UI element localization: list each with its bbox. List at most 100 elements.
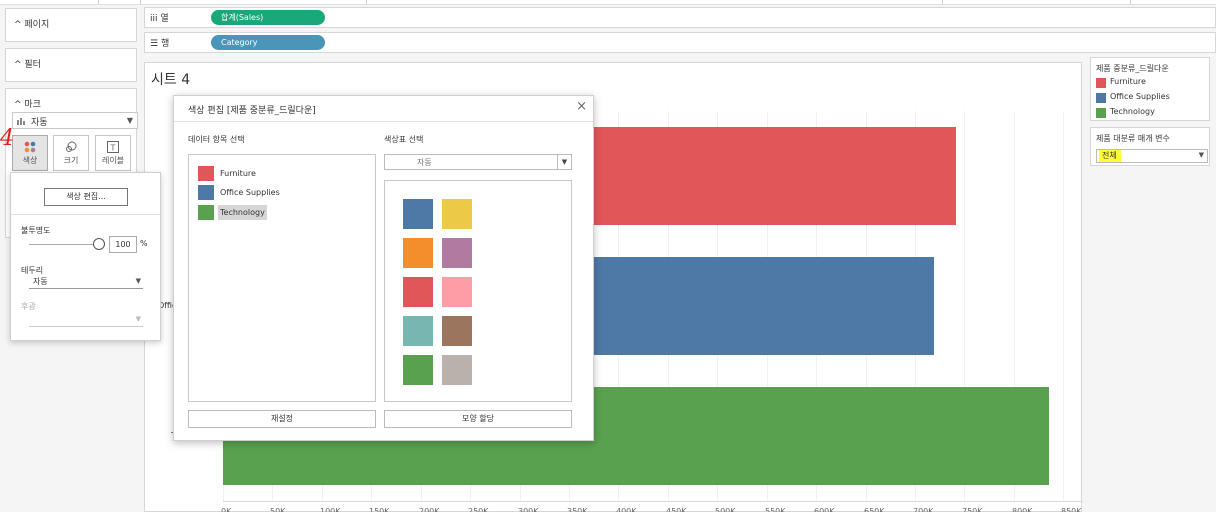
rows-icon: ☰ [150, 39, 159, 49]
edit-colors-dialog: 색상 편집 [제품 중분류_드릴다운] × 데이터 항목 선택 색상표 선택 F… [173, 95, 594, 441]
chevron-down-icon: ▼ [135, 277, 141, 285]
x-axis-tick-label: 500K [715, 507, 736, 512]
color-button[interactable]: 색상 [12, 135, 48, 171]
palette-select[interactable]: 자동 ▼ [384, 154, 572, 170]
data-item-swatch [198, 185, 214, 200]
gridline [1063, 111, 1064, 501]
opacity-slider-handle[interactable] [93, 238, 105, 250]
parameter-title: 제품 대분류 매개 변수 [1096, 134, 1170, 143]
size-button[interactable]: 크기 [53, 135, 89, 171]
chevron-down-icon: ▼ [135, 315, 141, 323]
data-items-header: 데이터 항목 선택 [188, 135, 245, 144]
columns-pill[interactable]: 합계(Sales) [211, 10, 325, 25]
x-axis-tick-label: 350K [567, 507, 588, 512]
sheet-title: 시트 4 [151, 72, 191, 88]
data-items-list: Furniture Office Supplies Technology [188, 154, 376, 402]
x-axis-tick-label: 50K [270, 507, 286, 512]
columns-shelf-label: iii 열 [150, 11, 169, 24]
legend-swatch [1096, 78, 1106, 88]
rows-shelf-label: ☰ 행 [150, 36, 169, 49]
top-toolbar-strip [0, 0, 1216, 5]
mark-type-select[interactable]: 자동 ▼ [12, 112, 138, 129]
pages-card[interactable]: ^ 페이지 [5, 8, 137, 42]
legend-item-label: Office Supplies [1110, 92, 1170, 101]
legend-swatch [1096, 108, 1106, 118]
palette-color-swatch[interactable] [442, 355, 472, 385]
x-axis-tick-label: 400K [616, 507, 637, 512]
color-dots-icon [24, 141, 36, 153]
opacity-slider-track[interactable] [29, 244, 99, 245]
assign-palette-button[interactable]: 모양 할당 [384, 410, 572, 428]
data-item-swatch [198, 205, 214, 220]
label-button-label: 레이블 [101, 156, 125, 165]
palette-color-swatch[interactable] [403, 199, 433, 229]
reset-button[interactable]: 재설정 [188, 410, 376, 428]
legend-title: 제품 중분류_드릴다운 [1096, 64, 1169, 73]
divider [174, 121, 593, 122]
parameter-value: 전체 [1099, 150, 1121, 162]
columns-shelf[interactable]: iii 열 합계(Sales) [144, 7, 1216, 28]
color-popup: 색상 편집... 불투명도 100 % 테두리 자동 ▼ 후광 ▼ [10, 172, 161, 341]
x-axis-line [223, 501, 1083, 502]
x-axis-tick-label: 700K [913, 507, 934, 512]
x-axis-tick-label: 750K [962, 507, 983, 512]
halo-label: 후광 [21, 302, 36, 311]
x-axis-tick-label: 450K [666, 507, 687, 512]
mark-type-value: 자동 [31, 118, 48, 128]
columns-icon: iii [150, 14, 158, 24]
data-item-label: Office Supplies [220, 188, 280, 197]
pages-card-title[interactable]: ^ 페이지 [14, 17, 49, 30]
color-button-label: 색상 [22, 156, 38, 165]
columns-label: 열 [160, 14, 169, 24]
legend-item-label: Furniture [1110, 77, 1146, 86]
legend-swatch [1096, 93, 1106, 103]
edit-colors-button[interactable]: 색상 편집... [44, 188, 128, 206]
palette-color-swatch[interactable] [442, 316, 472, 346]
opacity-input[interactable]: 100 [109, 236, 137, 253]
x-axis-tick-label: 550K [765, 507, 786, 512]
palette-color-swatch[interactable] [403, 277, 433, 307]
border-select[interactable]: 자동 ▼ [29, 275, 143, 289]
palette-color-swatch[interactable] [442, 199, 472, 229]
rows-shelf[interactable]: ☰ 행 Category [144, 32, 1216, 53]
palette-color-swatch[interactable] [442, 277, 472, 307]
chevron-down-icon: ▼ [1198, 151, 1204, 159]
palette-header: 색상표 선택 [384, 135, 424, 144]
x-axis-tick-label: 850K [1061, 507, 1082, 512]
annotation-number: 4 [0, 126, 14, 151]
x-axis-tick-label: 200K [419, 507, 440, 512]
x-axis-tick-label: 600K [814, 507, 835, 512]
palette-color-swatch[interactable] [403, 238, 433, 268]
color-legend: 제품 중분류_드릴다운 Furniture Office Supplies Te… [1090, 57, 1210, 121]
palette-color-swatch[interactable] [403, 316, 433, 346]
marks-card-title[interactable]: ^ 마크 [14, 97, 41, 110]
opacity-unit: % [140, 239, 148, 248]
label-button[interactable]: T 레이블 [95, 135, 131, 171]
data-item-label: Technology [218, 205, 267, 220]
filters-card-title[interactable]: ^ 필터 [14, 57, 41, 70]
toolbar-divider [140, 0, 141, 5]
halo-select: ▼ [29, 313, 143, 327]
legend-item-label: Technology [1110, 107, 1155, 116]
dialog-title: 색상 편집 [제품 중분류_드릴다운] [188, 106, 316, 116]
toolbar-divider [1130, 0, 1131, 5]
close-icon[interactable]: × [576, 99, 587, 114]
toolbar-divider [366, 0, 367, 5]
toolbar-divider [942, 0, 943, 5]
size-button-label: 크기 [63, 156, 79, 165]
bar-chart-icon [17, 118, 25, 125]
palette-color-swatch[interactable] [442, 238, 472, 268]
x-axis-tick-label: 250K [468, 507, 489, 512]
filters-card[interactable]: ^ 필터 [5, 48, 137, 82]
parameter-select[interactable]: 전체 ▼ [1096, 149, 1208, 163]
data-item-label: Furniture [220, 169, 256, 178]
palette-color-swatch[interactable] [403, 355, 433, 385]
text-label-icon: T [107, 141, 119, 153]
parameter-card: 제품 대분류 매개 변수 전체 ▼ [1090, 127, 1210, 166]
rows-pill[interactable]: Category [211, 35, 325, 50]
size-circles-icon [66, 141, 77, 152]
palette-value: 자동 [417, 158, 432, 167]
x-axis-tick-label: 100K [320, 507, 341, 512]
chevron-down-icon: ▼ [557, 155, 571, 169]
data-item-swatch [198, 166, 214, 181]
